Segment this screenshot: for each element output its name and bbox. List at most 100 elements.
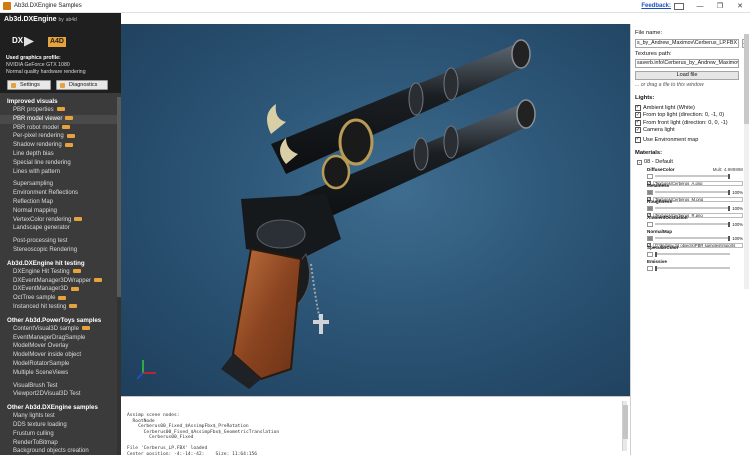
sidebar-item[interactable]: Landscape generator (0, 224, 121, 233)
map-slider[interactable] (655, 265, 730, 271)
sidebar-item[interactable]: Stereoscopic Rendering (0, 246, 121, 255)
file-name-input[interactable]: s_by_Andrew_Maximov\Cerberus_LP.FBX (635, 39, 739, 48)
sidebar-item[interactable]: Background objects creation (0, 447, 121, 455)
light-check-box[interactable]: ✓ (635, 104, 641, 111)
material-tree-item[interactable]: - 08 - Default (637, 159, 673, 165)
color-swatch[interactable] (647, 189, 653, 195)
slider-knob[interactable] (728, 221, 730, 227)
map-slider[interactable] (655, 235, 730, 241)
sidebar-item[interactable]: Supersampling (0, 180, 121, 189)
light-check-box[interactable]: ✓ (635, 112, 641, 118)
sidebar-item[interactable]: Per-pixel rendering (0, 132, 121, 141)
profile-quality: Normal quality hardware rendering (6, 69, 86, 75)
map-slider[interactable] (655, 205, 730, 211)
sidebar-item-label: PBR model viewer (13, 115, 63, 122)
sidebar-item[interactable]: Viewport2DVisual3D Test (0, 390, 121, 399)
slider-knob[interactable] (655, 265, 657, 271)
env-map-checkbox[interactable]: ✓ Use Environment map (635, 136, 698, 143)
light-label: From top light (direction: 0, -1, 0) (643, 112, 725, 118)
map-title: NormalMap (647, 229, 743, 234)
settings-button[interactable]: Settings (7, 80, 51, 90)
panel-scroll-thumb[interactable] (744, 34, 749, 124)
sidebar-item[interactable]: Multiple SceneViews (0, 369, 121, 378)
slider-knob[interactable] (728, 173, 730, 179)
sidebar-item[interactable]: VertexColor rendering (0, 216, 121, 225)
sidebar-item-label: Environment Reflections (13, 190, 79, 197)
new-badge-icon (61, 125, 70, 130)
app-icon (3, 2, 11, 10)
map-name: SpecularColor (647, 245, 679, 250)
sidebar-item-label: Multiple SceneViews (13, 369, 69, 376)
panel-scrollbar[interactable] (744, 34, 749, 289)
diagnostics-button[interactable]: Diagnostics (56, 80, 108, 90)
color-swatch[interactable] (647, 235, 653, 241)
env-map-box[interactable]: ✓ (635, 136, 641, 143)
color-swatch[interactable] (647, 205, 653, 211)
light-checkbox[interactable]: ✓ Camera light (635, 127, 675, 134)
close-button[interactable]: ✕ (730, 0, 750, 13)
sidebar-item[interactable]: ModelMover inside object (0, 351, 121, 360)
sidebar-item[interactable]: Instanced hit testing (0, 303, 121, 312)
map-slider[interactable] (655, 251, 730, 257)
map-slider[interactable] (655, 221, 730, 227)
sidebar-item-label: Shadow rendering (13, 142, 62, 149)
sidebar-item[interactable]: Shadow rendering (0, 141, 121, 150)
color-swatch[interactable] (647, 173, 653, 179)
map-slider[interactable] (655, 173, 730, 179)
slider-knob[interactable] (728, 189, 730, 195)
collapse-icon[interactable]: - (637, 159, 642, 165)
color-swatch[interactable] (647, 265, 653, 271)
sidebar-item[interactable]: Post-processing test (0, 237, 121, 246)
console-scroll-thumb[interactable] (623, 405, 628, 439)
sidebar-item-label: Many lights test (13, 413, 55, 420)
3d-viewport[interactable] (121, 24, 630, 396)
map-multiplier[interactable]: Mult: 4.989898 (713, 167, 743, 172)
textures-path-input[interactable]: saverb.info\Cerberus_by_Andrew_Maximov (635, 59, 739, 68)
sidebar: Ab3d.DXEngine by ab4d DX A4D Used graphi… (0, 13, 121, 455)
sidebar-item[interactable]: VisualBrush Test (0, 382, 121, 391)
light-check-box[interactable]: ✓ (635, 119, 641, 126)
sidebar-item[interactable]: Special line rendering (0, 159, 121, 168)
sidebar-item[interactable]: Many lights test (0, 412, 121, 421)
color-swatch[interactable] (647, 221, 653, 227)
mail-icon[interactable] (674, 2, 684, 10)
sidebar-item[interactable]: RenderToBitmap (0, 439, 121, 448)
light-checkbox[interactable]: ✓ Ambient light (White) (635, 104, 695, 111)
console-scrollbar[interactable] (622, 401, 628, 451)
sidebar-item[interactable]: EventManagerDragSample (0, 334, 121, 343)
sidebar-item[interactable]: ModelRotatorSample (0, 360, 121, 369)
sidebar-item[interactable]: DXEventManager3DWrapper (0, 277, 121, 286)
logo: DX A4D (12, 36, 66, 47)
load-file-button[interactable]: Load file (635, 71, 739, 80)
sidebar-item[interactable]: ModelMover Overlay (0, 342, 121, 351)
sidebar-item[interactable]: PBR robot model (0, 124, 121, 133)
sidebar-item[interactable]: Lines with pattern (0, 168, 121, 177)
maximize-button[interactable]: ❐ (710, 0, 730, 13)
slider-knob[interactable] (728, 205, 730, 211)
sidebar-item[interactable]: DXEngine Hit Testing (0, 268, 121, 277)
slider-knob[interactable] (655, 251, 657, 257)
sidebar-item[interactable]: Reflection Map (0, 198, 121, 207)
minimize-button[interactable]: — (690, 0, 710, 13)
sidebar-item[interactable]: PBR properties (0, 106, 121, 115)
color-swatch[interactable] (647, 251, 653, 257)
sidebar-item[interactable]: Normal mapping (0, 207, 121, 216)
sidebar-item[interactable]: OctTree sample (0, 294, 121, 303)
sidebar-item[interactable]: PBR model viewer (0, 114, 121, 124)
sidebar-item[interactable]: ContentVisual3D sample (0, 325, 121, 334)
light-label: From front light (direction: 0, 0, -1) (643, 119, 728, 126)
feedback-link[interactable]: Feedback: (641, 3, 671, 9)
new-badge-icon (58, 295, 67, 300)
light-checkbox[interactable]: ✓ From front light (direction: 0, 0, -1) (635, 119, 728, 126)
slider-knob[interactable] (728, 235, 730, 241)
map-slider[interactable] (655, 189, 730, 195)
sidebar-item[interactable]: Frustum culling (0, 430, 121, 439)
sidebar-item[interactable]: DDS texture loading (0, 421, 121, 430)
sidebar-item[interactable]: Line depth bias (0, 150, 121, 159)
map-slider-row (647, 265, 743, 271)
light-check-box[interactable]: ✓ (635, 127, 641, 133)
light-checkbox[interactable]: ✓ From top light (direction: 0, -1, 0) (635, 112, 724, 119)
sidebar-item[interactable]: DXEventManager3D (0, 285, 121, 294)
log-console[interactable]: Assimp scene nodes: RootNode Cerberus00_… (121, 396, 630, 455)
sidebar-item[interactable]: Environment Reflections (0, 189, 121, 198)
